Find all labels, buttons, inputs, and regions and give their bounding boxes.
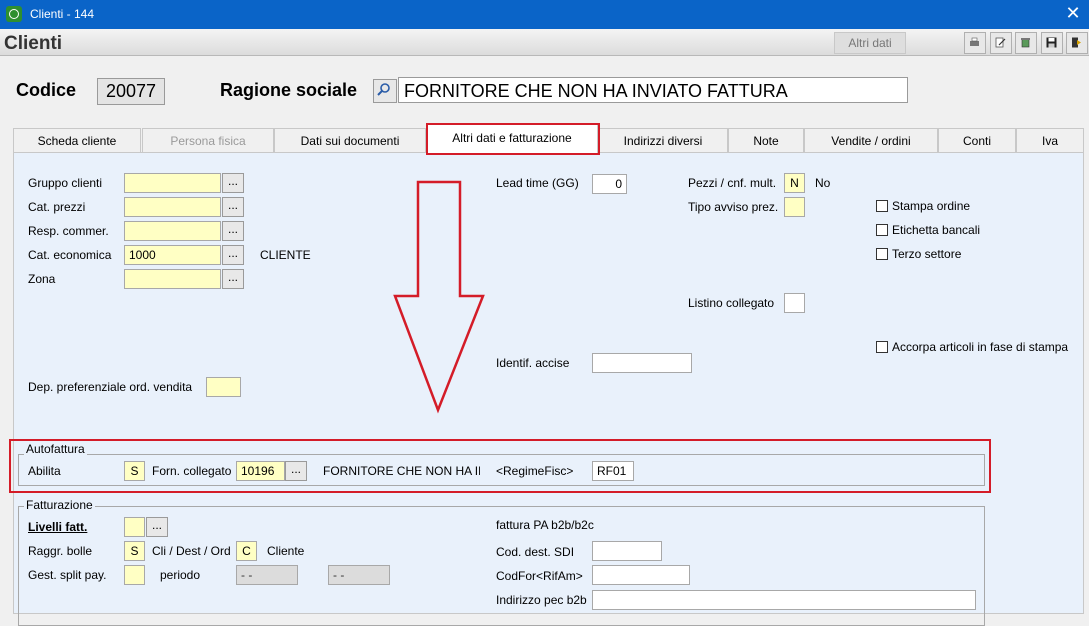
- terzo-settore-label: Terzo settore: [892, 247, 962, 261]
- page-title: Clienti: [4, 33, 63, 54]
- down-arrow-annotation: [393, 180, 485, 414]
- tipo-avviso-label: Tipo avviso prez.: [688, 200, 779, 214]
- codfor-field[interactable]: [592, 565, 690, 585]
- periodo-to-field[interactable]: - -: [328, 565, 390, 585]
- window-title: Clienti - 144: [30, 7, 95, 21]
- indirizzo-pec-label: Indirizzo pec b2b: [496, 593, 587, 607]
- identif-accise-label: Identif. accise: [496, 356, 570, 370]
- listino-collegato-field[interactable]: [784, 293, 805, 313]
- resp-commer-label: Resp. commer.: [28, 224, 109, 238]
- print-icon[interactable]: [964, 32, 986, 54]
- codice-field[interactable]: 20077: [97, 78, 165, 105]
- recycle-icon[interactable]: [1015, 32, 1037, 54]
- tab-persona-fisica[interactable]: Persona fisica: [142, 128, 274, 152]
- tipo-avviso-field[interactable]: [784, 197, 805, 217]
- cat-prezzi-lookup-button[interactable]: ...: [222, 197, 244, 217]
- livelli-fatt-link[interactable]: Livelli fatt.: [28, 520, 87, 534]
- app-icon: [6, 6, 22, 22]
- fatturazione-title: Fatturazione: [24, 498, 95, 512]
- etichetta-bancali-label: Etichetta bancali: [892, 223, 981, 237]
- gruppo-clienti-lookup-button[interactable]: ...: [222, 173, 244, 193]
- cli-dest-ord-field[interactable]: C: [236, 541, 257, 561]
- cod-dest-sdi-field[interactable]: [592, 541, 662, 561]
- gest-split-field[interactable]: [124, 565, 145, 585]
- tab-vendite-ordini[interactable]: Vendite / ordini: [804, 128, 938, 152]
- zona-lookup-button[interactable]: ...: [222, 269, 244, 289]
- tab-highlight-box: [426, 123, 600, 155]
- zona-label: Zona: [28, 272, 56, 286]
- dep-preferenziale-field[interactable]: [206, 377, 241, 397]
- cod-dest-sdi-label: Cod. dest. SDI: [496, 545, 575, 559]
- cat-prezzi-label: Cat. prezzi: [28, 200, 86, 214]
- ragione-sociale-field[interactable]: FORNITORE CHE NON HA INVIATO FATTURA: [398, 77, 908, 103]
- terzo-settore-checkbox[interactable]: [876, 248, 888, 260]
- cat-economica-field[interactable]: 1000: [124, 245, 221, 265]
- resp-commer-lookup-button[interactable]: ...: [222, 221, 244, 241]
- tab-scheda-cliente[interactable]: Scheda cliente: [13, 128, 141, 152]
- raggr-bolle-field[interactable]: S: [124, 541, 145, 561]
- save-icon[interactable]: [1041, 32, 1063, 54]
- gruppo-clienti-label: Gruppo clienti: [28, 176, 103, 190]
- autofattura-highlight-box: [9, 439, 991, 493]
- gruppo-clienti-field[interactable]: [124, 173, 221, 193]
- dep-preferenziale-label: Dep. preferenziale ord. vendita: [28, 380, 193, 394]
- cat-economica-description: CLIENTE: [260, 248, 311, 262]
- edit-icon[interactable]: [990, 32, 1012, 54]
- tab-note[interactable]: Note: [728, 128, 804, 152]
- tab-indirizzi-diversi[interactable]: Indirizzi diversi: [598, 128, 728, 152]
- periodo-label: periodo: [160, 568, 201, 582]
- accorpa-articoli-label: Accorpa articoli in fase di stampa: [892, 340, 1069, 354]
- cli-dest-ord-label: Cli / Dest / Ord: [152, 544, 231, 558]
- pezzi-cnf-label: Pezzi / cnf. mult.: [688, 176, 777, 190]
- form-header: [0, 29, 1089, 56]
- cat-economica-label: Cat. economica: [28, 248, 112, 262]
- cli-dest-ord-description: Cliente: [267, 544, 305, 558]
- codice-label: Codice: [16, 80, 77, 100]
- tab-conti[interactable]: Conti: [938, 128, 1016, 152]
- tab-iva[interactable]: Iva: [1016, 128, 1084, 152]
- periodo-from-field[interactable]: - -: [236, 565, 298, 585]
- tab-dati-documenti[interactable]: Dati sui documenti: [274, 128, 426, 152]
- raggr-bolle-label: Raggr. bolle: [28, 544, 93, 558]
- exit-icon[interactable]: [1066, 32, 1088, 54]
- livelli-fatt-field[interactable]: [124, 517, 145, 537]
- stampa-ordine-checkbox[interactable]: [876, 200, 888, 212]
- ragione-sociale-label: Ragione sociale: [220, 80, 358, 100]
- livelli-fatt-lookup-button[interactable]: ...: [146, 517, 168, 537]
- gest-split-label: Gest. split pay.: [28, 568, 107, 582]
- close-icon[interactable]: ✕: [1062, 3, 1084, 24]
- cat-economica-lookup-button[interactable]: ...: [222, 245, 244, 265]
- zona-field[interactable]: [124, 269, 221, 289]
- lead-time-label: Lead time (GG): [496, 176, 579, 190]
- accorpa-articoli-checkbox[interactable]: [876, 341, 888, 353]
- pezzi-cnf-description: No: [815, 176, 831, 190]
- lead-time-field[interactable]: 0: [592, 174, 627, 194]
- stampa-ordine-label: Stampa ordine: [892, 199, 971, 213]
- fattura-pa-label: fattura PA b2b/b2c: [496, 518, 594, 532]
- listino-collegato-label: Listino collegato: [688, 296, 775, 310]
- indirizzo-pec-field[interactable]: [592, 590, 976, 610]
- pezzi-cnf-field[interactable]: N: [784, 173, 805, 193]
- etichetta-bancali-checkbox[interactable]: [876, 224, 888, 236]
- magnifier-icon[interactable]: [373, 79, 397, 103]
- resp-commer-field[interactable]: [124, 221, 221, 241]
- identif-accise-field[interactable]: [592, 353, 692, 373]
- window-titlebar: [0, 0, 1089, 29]
- codfor-label: CodFor<RifAm>: [496, 569, 583, 583]
- altri-dati-button[interactable]: Altri dati: [834, 32, 906, 54]
- cat-prezzi-field[interactable]: [124, 197, 221, 217]
